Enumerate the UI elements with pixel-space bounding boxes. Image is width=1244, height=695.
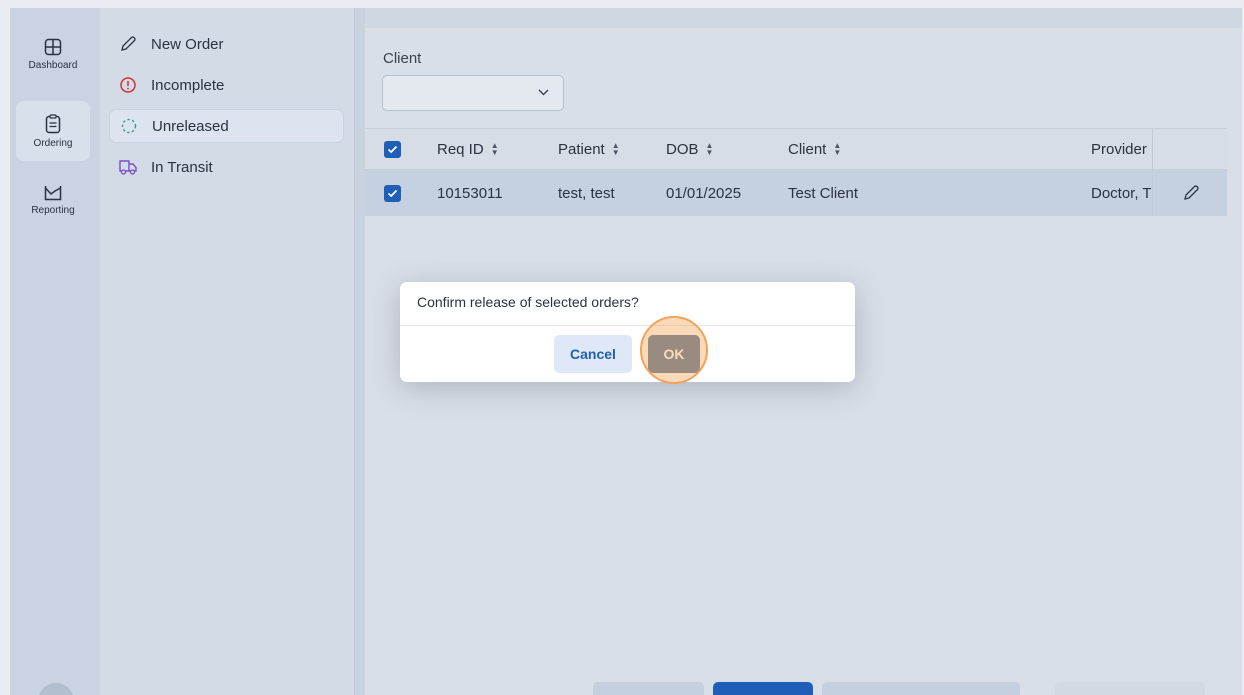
rail-item-label: Ordering xyxy=(33,137,73,149)
chart-icon xyxy=(44,185,62,200)
table-header: Req ID ▲ ▼ Patient ▲ ▼ DOB ▲ ▼ Client ▲ ▼ Provid… xyxy=(365,128,1227,170)
dashed-circle-icon xyxy=(114,117,144,135)
checkbox-checked xyxy=(384,140,401,158)
column-header-req-id[interactable]: Req ID ▲ ▼ xyxy=(437,129,499,169)
dashboard-icon xyxy=(44,38,62,55)
confirm-message: Confirm release of selected orders? xyxy=(417,294,639,310)
truck-icon xyxy=(113,158,143,176)
rail-item-ordering[interactable]: Ordering xyxy=(16,101,90,161)
subnav-item-label: Incomplete xyxy=(151,76,225,94)
top-bar xyxy=(365,8,1242,28)
sort-icon: ▲ ▼ xyxy=(833,141,842,157)
subnav-item-label: New Order xyxy=(151,35,224,53)
cell-dob: 01/01/2025 xyxy=(666,184,742,202)
cell-patient: test, test xyxy=(558,184,615,202)
sort-icon: ▲ ▼ xyxy=(611,141,620,157)
subnav-item-incomplete[interactable]: Incomplete xyxy=(109,68,344,102)
alert-circle-icon xyxy=(113,76,143,94)
subnav-item-in-transit[interactable]: In Transit xyxy=(109,150,344,184)
sort-icon: ▲ ▼ xyxy=(490,141,499,157)
bottom-action-button-4[interactable] xyxy=(1055,682,1205,695)
rail-item-reporting[interactable]: Reporting xyxy=(16,170,90,230)
check-icon xyxy=(387,189,398,197)
user-avatar[interactable] xyxy=(38,683,74,695)
cell-provider: Doctor, T xyxy=(1091,184,1151,202)
sort-icon: ▲ ▼ xyxy=(705,141,714,157)
table-row[interactable]: 10153011 test, test 01/01/2025 Test Clie… xyxy=(365,170,1227,216)
client-filter-select[interactable] xyxy=(382,75,564,111)
panel-divider[interactable] xyxy=(355,8,365,695)
click-highlight xyxy=(640,316,708,384)
rail-item-dashboard[interactable]: Dashboard xyxy=(16,24,90,84)
subnav-item-new-order[interactable]: New Order xyxy=(109,27,344,61)
actions-column xyxy=(1152,128,1227,216)
subnav-item-label: In Transit xyxy=(151,158,213,176)
column-header-client[interactable]: Client ▲ ▼ xyxy=(788,129,841,169)
select-all-checkbox[interactable] xyxy=(384,129,401,169)
clipboard-icon xyxy=(45,113,61,133)
pencil-icon xyxy=(113,35,143,53)
rail-item-label: Reporting xyxy=(31,204,75,216)
bottom-action-button-2[interactable] xyxy=(713,682,813,695)
rail-item-label: Dashboard xyxy=(28,59,78,71)
cell-client: Test Client xyxy=(788,184,859,202)
confirm-dialog: Confirm release of selected orders? Canc… xyxy=(400,282,855,382)
column-header-patient[interactable]: Patient ▲ ▼ xyxy=(558,129,620,169)
dialog-divider xyxy=(400,325,855,326)
client-filter-label: Client xyxy=(383,50,422,67)
ordering-subnav: New Order Incomplete Unreleased In Trans… xyxy=(100,8,355,695)
subnav-item-unreleased[interactable]: Unreleased xyxy=(109,109,344,143)
column-header-provider[interactable]: Provider xyxy=(1091,129,1151,169)
cell-req-id: 10153011 xyxy=(437,184,503,202)
subnav-item-label: Unreleased xyxy=(152,117,229,135)
row-checkbox[interactable] xyxy=(384,170,401,216)
chevron-down-icon xyxy=(538,89,549,96)
icon-rail: Dashboard Ordering Reporting xyxy=(10,8,100,695)
column-header-dob[interactable]: DOB ▲ ▼ xyxy=(666,129,713,169)
checkbox-checked xyxy=(384,184,401,202)
bottom-action-button-3[interactable] xyxy=(822,682,1020,695)
cancel-button[interactable]: Cancel xyxy=(554,335,632,373)
bottom-action-button-1[interactable] xyxy=(593,682,704,695)
check-icon xyxy=(387,145,398,153)
